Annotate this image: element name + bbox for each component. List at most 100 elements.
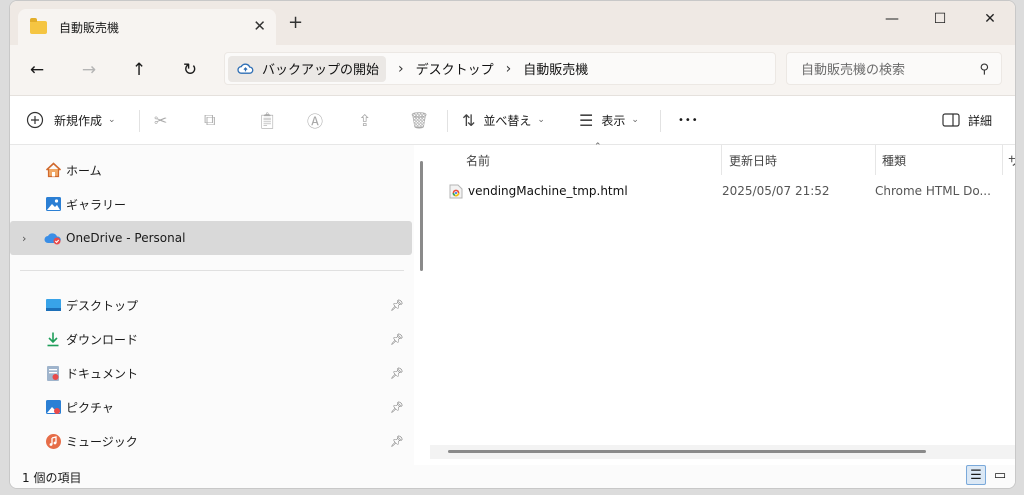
breadcrumb-backup[interactable]: バックアップの開始 bbox=[262, 59, 379, 78]
documents-icon bbox=[44, 364, 62, 382]
pin-icon[interactable]: 📌︎ bbox=[390, 333, 404, 346]
file-list: ⌃ 名前 更新日時 種類 サ vendingMachine_tmp.html 2… bbox=[430, 142, 1015, 465]
tab-current-folder[interactable]: 自動販売機 ✕ bbox=[18, 9, 276, 45]
delete-icon[interactable]: 🗑︎ bbox=[409, 96, 429, 144]
sidebar-item-desktop[interactable]: デスクトップ 📌︎ bbox=[10, 288, 412, 322]
sidebar-item-documents[interactable]: ドキュメント 📌︎ bbox=[10, 356, 412, 390]
item-count: 1 個の項目 bbox=[22, 471, 82, 485]
paste-icon[interactable]: 📋︎ bbox=[257, 96, 277, 144]
sort-icon: ⇅ bbox=[462, 110, 476, 130]
close-window-button[interactable]: ✕ bbox=[968, 5, 1012, 33]
pictures-icon bbox=[44, 398, 62, 416]
chevron-right-icon[interactable]: › bbox=[22, 232, 26, 245]
sidebar-item-onedrive[interactable]: › OneDrive - Personal bbox=[10, 221, 412, 255]
sidebar-scrollbar[interactable] bbox=[420, 161, 423, 271]
folder-icon bbox=[30, 17, 47, 34]
tiles-view-button[interactable]: ▭ bbox=[990, 465, 1010, 485]
search-placeholder: 自動販売機の検索 bbox=[801, 63, 906, 78]
search-input[interactable]: 自動販売機の検索 ⚲ bbox=[786, 52, 1002, 85]
pin-icon[interactable]: 📌︎ bbox=[390, 401, 404, 414]
sidebar-item-music[interactable]: ミュージック 📌︎ bbox=[10, 424, 412, 458]
sort-button[interactable]: ⇅ 並べ替え ⌄ bbox=[462, 96, 545, 144]
gallery-icon bbox=[44, 195, 62, 213]
pin-icon[interactable]: 📌︎ bbox=[390, 367, 404, 380]
column-header-name[interactable]: 名前 bbox=[466, 145, 490, 175]
sidebar-item-downloads[interactable]: ダウンロード 📌︎ bbox=[10, 322, 412, 356]
title-bar: 自動販売機 ✕ + — ☐ ✕ bbox=[10, 1, 1015, 45]
back-button[interactable]: ← bbox=[24, 57, 50, 83]
pin-icon[interactable]: 📌︎ bbox=[390, 299, 404, 312]
tab-title: 自動販売機 bbox=[59, 20, 120, 35]
sidebar-divider bbox=[20, 270, 404, 271]
sort-button-label: 並べ替え bbox=[483, 113, 532, 128]
toolbar-divider bbox=[660, 110, 661, 132]
cut-icon[interactable]: ✂ bbox=[154, 96, 167, 144]
details-pane-button[interactable]: 詳細 bbox=[942, 96, 992, 144]
pin-icon[interactable]: 📌︎ bbox=[390, 435, 404, 448]
address-bar[interactable]: バックアップの開始 › デスクトップ › 自動販売機 bbox=[224, 52, 776, 85]
sort-ascending-icon: ⌃ bbox=[594, 142, 602, 152]
home-icon bbox=[44, 161, 62, 179]
close-tab-button[interactable]: ✕ bbox=[253, 17, 266, 35]
breadcrumb-current-folder[interactable]: 自動販売機 bbox=[523, 59, 588, 78]
search-icon[interactable]: ⚲ bbox=[979, 62, 989, 77]
new-button-label: 新規作成 bbox=[54, 113, 103, 128]
breadcrumb-root[interactable]: バックアップの開始 bbox=[228, 55, 387, 82]
chrome-html-file-icon bbox=[449, 184, 463, 202]
column-divider[interactable] bbox=[721, 145, 722, 175]
navigation-bar: ← → ↑ ↻ バックアップの開始 › デスクトップ › 自動販売機 自動販売機… bbox=[10, 45, 1015, 96]
chevron-down-icon: ⌄ bbox=[537, 115, 545, 125]
details-view-button[interactable]: ☰ bbox=[966, 465, 986, 485]
sidebar-item-label: ホーム bbox=[66, 163, 102, 178]
view-list-icon: ☰ bbox=[579, 110, 594, 130]
file-modified: 2025/05/07 21:52 bbox=[722, 184, 830, 198]
breadcrumb-desktop[interactable]: デスクトップ bbox=[416, 59, 494, 78]
large-icons-view-icon: ▭ bbox=[993, 467, 1007, 483]
chevron-down-icon: ⌄ bbox=[631, 115, 639, 125]
column-header-size[interactable]: サ bbox=[1008, 145, 1015, 175]
download-icon bbox=[44, 330, 62, 348]
more-options-button[interactable]: ••• bbox=[678, 96, 699, 144]
sidebar-item-label: ピクチャ bbox=[66, 400, 114, 415]
refresh-button[interactable]: ↻ bbox=[177, 57, 203, 83]
sidebar-item-label: OneDrive - Personal bbox=[66, 231, 186, 245]
share-icon[interactable]: ⇪ bbox=[358, 96, 371, 144]
file-name: vendingMachine_tmp.html bbox=[468, 184, 628, 198]
file-row[interactable]: vendingMachine_tmp.html 2025/05/07 21:52… bbox=[446, 177, 1015, 205]
column-header-modified[interactable]: 更新日時 bbox=[729, 145, 777, 175]
sidebar-item-label: デスクトップ bbox=[66, 298, 139, 313]
sidebar-item-label: ダウンロード bbox=[66, 332, 139, 347]
chevron-down-icon: ⌄ bbox=[108, 115, 116, 125]
onedrive-icon bbox=[44, 229, 62, 247]
new-button[interactable]: 新規作成 ⌄ bbox=[26, 96, 116, 144]
sidebar-item-gallery[interactable]: ギャラリー bbox=[10, 187, 412, 221]
music-icon bbox=[44, 432, 62, 450]
copy-icon[interactable]: ⧉ bbox=[204, 96, 215, 144]
new-tab-button[interactable]: + bbox=[288, 14, 303, 32]
forward-button[interactable]: → bbox=[76, 57, 102, 83]
desktop-icon bbox=[44, 296, 62, 314]
view-button-label: 表示 bbox=[601, 113, 626, 128]
plus-circle-icon bbox=[26, 111, 44, 129]
column-divider[interactable] bbox=[875, 145, 876, 175]
up-button[interactable]: ↑ bbox=[126, 57, 152, 83]
sidebar-item-home[interactable]: ホーム bbox=[10, 153, 412, 187]
toolbar-divider bbox=[447, 110, 448, 132]
details-button-label: 詳細 bbox=[968, 113, 993, 128]
view-button[interactable]: ☰ 表示 ⌄ bbox=[579, 96, 639, 144]
rename-icon[interactable]: Ⓐ bbox=[307, 96, 323, 144]
toolbar-divider bbox=[139, 110, 140, 132]
horizontal-scrollbar[interactable] bbox=[448, 450, 926, 453]
column-divider[interactable] bbox=[1002, 145, 1003, 175]
breadcrumb-separator[interactable]: › bbox=[398, 61, 404, 77]
file-explorer-window: 自動販売機 ✕ + — ☐ ✕ ← → ↑ ↻ バックアップの開始 › デスクト… bbox=[9, 0, 1016, 489]
breadcrumb-separator[interactable]: › bbox=[506, 61, 512, 77]
backup-cloud-icon bbox=[237, 63, 254, 74]
sidebar-item-label: ミュージック bbox=[66, 434, 138, 449]
column-header-type[interactable]: 種類 bbox=[882, 145, 906, 175]
sidebar-item-pictures[interactable]: ピクチャ 📌︎ bbox=[10, 390, 412, 424]
status-bar: 1 個の項目 ☰ ▭ bbox=[10, 465, 1015, 488]
minimize-button[interactable]: — bbox=[870, 5, 914, 33]
maximize-button[interactable]: ☐ bbox=[918, 5, 962, 33]
details-view-icon: ☰ bbox=[970, 467, 982, 483]
